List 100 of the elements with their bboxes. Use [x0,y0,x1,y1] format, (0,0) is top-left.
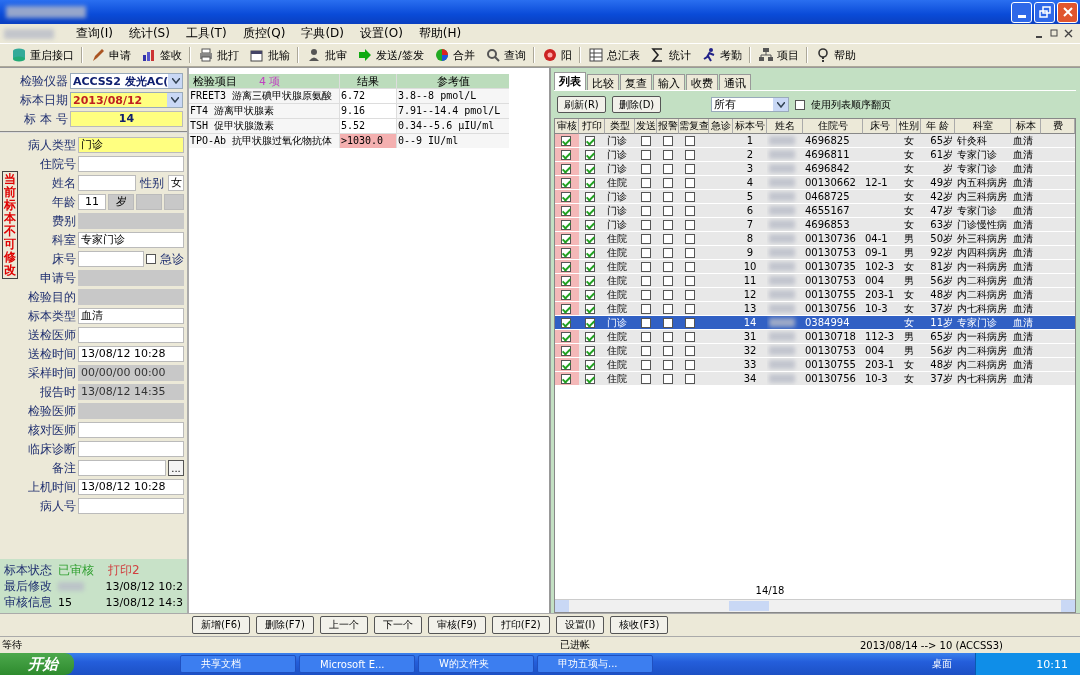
taskbar-button[interactable]: W的文件夹 [418,655,534,673]
action-button[interactable]: 打印(F2) [491,616,550,634]
toolbar-button[interactable]: 统计 [644,45,696,65]
row-checkbox[interactable] [585,205,595,216]
refresh-button[interactable]: 刷新(R) [557,96,606,113]
row-checkbox[interactable] [561,177,571,188]
form-field[interactable]: 专家门诊 [78,232,184,248]
toolbar-button[interactable]: 合并 [428,45,480,65]
toolbar-button[interactable]: 签收 [136,45,187,65]
row-checkbox[interactable] [585,359,595,370]
row-checkbox[interactable] [641,373,651,384]
row-checkbox[interactable] [685,373,695,384]
row-checkbox[interactable] [585,219,595,230]
row-checkbox[interactable] [561,149,571,160]
form-field[interactable] [78,156,184,172]
action-button[interactable]: 删除(F7) [255,616,314,634]
browse-button[interactable]: ... [168,460,184,476]
toolbar-button[interactable]: 申请 [85,45,136,65]
toolbar-button[interactable]: 查询 [479,45,531,65]
row-checkbox[interactable] [585,135,595,146]
row-checkbox[interactable] [663,303,673,314]
form-field[interactable] [78,441,184,457]
row-checkbox[interactable] [561,247,571,258]
toolbar-button[interactable]: 批输 [244,45,295,65]
row-checkbox[interactable] [663,205,673,216]
row-checkbox[interactable] [585,331,595,342]
row-checkbox[interactable] [685,317,695,328]
row-checkbox[interactable] [685,163,695,174]
row-checkbox[interactable] [641,135,651,146]
action-button[interactable]: 审核(F9) [427,616,486,634]
toolbar-button[interactable]: 批打 [193,45,244,65]
tab[interactable]: 输入 [653,74,685,90]
row-checkbox[interactable] [561,261,571,272]
row-checkbox[interactable] [663,233,673,244]
note-field[interactable] [78,460,166,476]
row-checkbox[interactable] [663,135,673,146]
row-checkbox[interactable] [685,359,695,370]
row-checkbox[interactable] [685,205,695,216]
row-checkbox[interactable] [663,345,673,356]
form-field[interactable] [78,327,184,343]
name-field[interactable] [78,175,136,191]
row-checkbox[interactable] [585,247,595,258]
row-checkbox[interactable] [685,247,695,258]
toolbar-button[interactable]: 项目 [752,45,804,65]
form-field[interactable]: 13/08/12 10:28 [78,346,184,362]
row-checkbox[interactable] [561,163,571,174]
age-field[interactable]: 11 [78,194,106,210]
menu-item[interactable]: 设置(O) [352,25,411,42]
row-checkbox[interactable] [685,261,695,272]
action-button[interactable]: 核收(F3) [610,616,669,634]
close-button[interactable] [1057,1,1078,23]
row-checkbox[interactable] [585,303,595,314]
filter-dropdown[interactable]: 所有 [711,97,790,112]
row-checkbox[interactable] [585,191,595,202]
row-checkbox[interactable] [561,359,571,370]
row-checkbox[interactable] [641,275,651,286]
start-button[interactable]: 开始 [0,653,74,675]
bed-field[interactable] [78,251,144,267]
toolbar-button[interactable]: 帮助 [809,45,861,65]
row-checkbox[interactable] [641,331,651,342]
row-checkbox[interactable] [585,149,595,160]
action-button[interactable]: 上一个 [319,616,368,634]
row-checkbox[interactable] [685,289,695,300]
row-checkbox[interactable] [561,233,571,244]
row-checkbox[interactable] [561,191,571,202]
order-checkbox[interactable] [795,99,806,110]
row-checkbox[interactable] [641,163,651,174]
row-checkbox[interactable] [561,317,571,328]
toolbar-button[interactable]: 考勤 [695,45,747,65]
row-checkbox[interactable] [641,177,651,188]
urgent-checkbox[interactable] [146,254,156,264]
delete-button[interactable]: 删除(D) [611,96,662,113]
age-unit-field[interactable]: 岁 [108,194,134,210]
row-checkbox[interactable] [561,331,571,342]
row-checkbox[interactable] [585,289,595,300]
form-field[interactable]: 13/08/12 10:28 [78,479,184,495]
minimize-button[interactable] [1011,1,1032,23]
row-checkbox[interactable] [585,233,595,244]
row-checkbox[interactable] [685,149,695,160]
row-checkbox[interactable] [585,373,595,384]
row-checkbox[interactable] [663,289,673,300]
form-field[interactable] [78,422,184,438]
row-checkbox[interactable] [663,261,673,272]
row-checkbox[interactable] [641,247,651,258]
row-checkbox[interactable] [663,177,673,188]
menu-item[interactable]: 帮助(H) [410,25,470,42]
menu-item[interactable]: 查询(I) [68,25,121,42]
tab[interactable]: 复查 [620,74,652,90]
row-checkbox[interactable] [663,331,673,342]
row-checkbox[interactable] [685,275,695,286]
row-checkbox[interactable] [685,135,695,146]
toolbar-button[interactable]: 发送/签发 [352,45,429,65]
row-checkbox[interactable] [561,289,571,300]
toolbar-button[interactable]: 重启接口 [6,45,79,65]
restore-button[interactable] [1034,1,1055,23]
row-checkbox[interactable] [641,345,651,356]
row-checkbox[interactable] [561,275,571,286]
row-checkbox[interactable] [561,303,571,314]
row-checkbox[interactable] [663,359,673,370]
row-checkbox[interactable] [641,205,651,216]
